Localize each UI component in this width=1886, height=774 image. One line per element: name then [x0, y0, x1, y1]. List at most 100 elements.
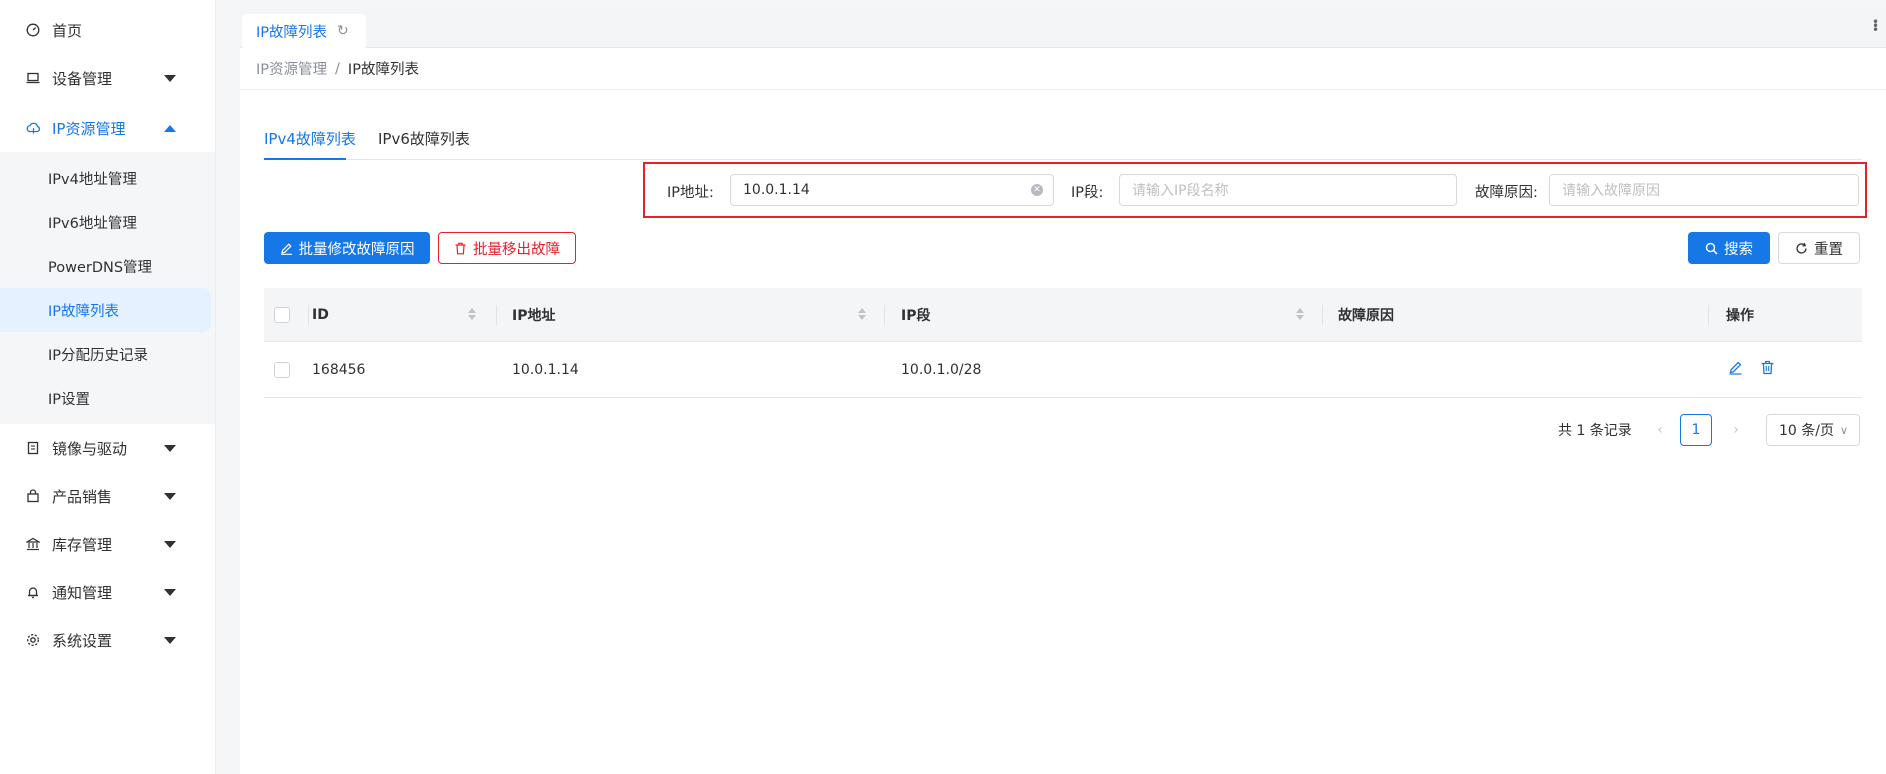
book-icon [24, 439, 42, 457]
caret-up-icon [164, 125, 176, 132]
header-ops: 操作 [1726, 307, 1754, 324]
page-tabbar: IP故障列表 ↻ • • • [240, 8, 1886, 48]
ip-address-input[interactable]: 10.0.1.14 ✕ [730, 174, 1054, 206]
menu-home[interactable]: 首页 [0, 6, 215, 54]
shopping-bag-icon [24, 487, 42, 505]
trash-icon [454, 242, 467, 255]
cell-segment: 10.0.1.0/28 [901, 361, 982, 378]
page-size-select[interactable]: 10 条/页 ∨ [1766, 414, 1860, 446]
sidebar: 首页 设备管理 IP资源管理 IPv4地址管理 IPv6地址管理 PowerDN… [0, 0, 216, 774]
bank-icon [24, 535, 42, 553]
menu-image[interactable]: 镜像与驱动 [0, 424, 215, 472]
caret-down-icon [164, 541, 176, 548]
column-divider [1322, 305, 1323, 325]
sort-icon[interactable] [1296, 308, 1304, 320]
menu-inventory[interactable]: 库存管理 [0, 520, 215, 568]
search-button-label: 搜索 [1724, 241, 1753, 258]
edit-icon [280, 242, 293, 255]
menu-device[interactable]: 设备管理 [0, 54, 215, 102]
menu-ip-resource[interactable]: IP资源管理 [0, 104, 215, 152]
reset-button[interactable]: 重置 [1778, 232, 1860, 264]
edit-icon[interactable] [1728, 360, 1743, 379]
breadcrumb-parent[interactable]: IP资源管理 [256, 58, 327, 79]
breadcrumb-current: IP故障列表 [347, 62, 419, 78]
select-all-checkbox[interactable] [274, 306, 290, 323]
clear-icon[interactable]: ✕ [1031, 184, 1043, 196]
header-segment[interactable]: IP段 [901, 288, 930, 341]
row-select-cell [274, 342, 290, 397]
caret-down-icon [164, 75, 176, 82]
column-divider [308, 305, 309, 325]
reset-button-label: 重置 [1814, 241, 1843, 258]
batch-remove-fault-label: 批量移出故障 [473, 241, 560, 258]
page-number-current[interactable]: 1 [1680, 414, 1712, 446]
fault-table: ID IP地址 IP段 故障原因 操作 168456 10.0.1.14 10.… [264, 288, 1862, 398]
sidebar-item-ipv4[interactable]: IPv4地址管理 [0, 156, 211, 200]
sidebar-item-ip-settings[interactable]: IP设置 [0, 376, 211, 420]
row-delete-action[interactable] [1760, 342, 1775, 397]
active-tab-indicator [264, 158, 346, 160]
dashboard-icon [24, 21, 42, 39]
page-tab-ip-fault[interactable]: IP故障列表 ↻ [242, 14, 366, 48]
header-id[interactable]: ID [312, 288, 329, 341]
refresh-icon[interactable]: ↻ [337, 23, 349, 39]
search-icon [1705, 242, 1718, 255]
sort-icon[interactable] [468, 308, 476, 320]
chevron-down-icon: ∨ [1839, 423, 1849, 437]
table-row: 168456 10.0.1.14 10.0.1.0/28 [264, 342, 1862, 398]
batch-edit-reason-button[interactable]: 批量修改故障原因 [264, 232, 430, 264]
menu-product[interactable]: 产品销售 [0, 472, 215, 520]
tab-ipv4-fault[interactable]: IPv4故障列表 [264, 128, 356, 149]
fault-reason-label: 故障原因: [1475, 185, 1538, 201]
reload-icon [1795, 242, 1808, 255]
menu-notice[interactable]: 通知管理 [0, 568, 215, 616]
breadcrumb: IP资源管理 / IP故障列表 [240, 48, 1886, 90]
sidebar-item-ip-fault[interactable]: IP故障列表 [0, 288, 211, 332]
prev-page-icon[interactable]: ‹ [1648, 414, 1672, 446]
ip-address-label: IP地址: [667, 185, 714, 201]
ip-segment-label: IP段: [1071, 185, 1104, 201]
page-size-value: 10 条/页 [1779, 423, 1834, 439]
cloud-icon [24, 119, 42, 137]
batch-edit-reason-label: 批量修改故障原因 [298, 241, 415, 258]
ip-segment-input[interactable]: 请输入IP段名称 [1119, 174, 1457, 206]
ip-address-value: 10.0.1.14 [743, 182, 810, 198]
caret-down-icon [164, 589, 176, 596]
row-checkbox[interactable] [274, 361, 290, 378]
submenu-ip-resource: IPv4地址管理 IPv6地址管理 PowerDNS管理 IP故障列表 IP分配… [0, 152, 215, 424]
cell-id: 168456 [312, 361, 366, 378]
menu-device-label: 设备管理 [52, 69, 113, 88]
breadcrumb-separator: / [335, 60, 340, 77]
fault-reason-input[interactable]: 请输入故障原因 [1549, 174, 1859, 206]
header-reason: 故障原因 [1338, 307, 1394, 324]
row-edit-action[interactable] [1728, 342, 1743, 397]
page-tab-label: IP故障列表 [256, 24, 328, 41]
fault-reason-placeholder: 请输入故障原因 [1562, 183, 1660, 199]
cell-ip: 10.0.1.14 [512, 361, 579, 378]
menu-system[interactable]: 系统设置 [0, 616, 215, 664]
search-button[interactable]: 搜索 [1688, 232, 1770, 264]
laptop-icon [24, 69, 42, 87]
bell-icon [24, 583, 42, 601]
menu-inventory-label: 库存管理 [52, 535, 113, 554]
ip-segment-placeholder: 请输入IP段名称 [1132, 183, 1229, 199]
header-ip[interactable]: IP地址 [512, 288, 555, 341]
trash-icon[interactable] [1760, 360, 1775, 379]
menu-image-label: 镜像与驱动 [52, 439, 128, 458]
column-divider [496, 305, 497, 325]
sidebar-item-powerdns[interactable]: PowerDNS管理 [0, 244, 211, 288]
more-vertical-icon[interactable]: • • • [1872, 16, 1879, 36]
sort-icon[interactable] [858, 308, 866, 320]
batch-remove-fault-button[interactable]: 批量移出故障 [438, 232, 576, 264]
table-header: ID IP地址 IP段 故障原因 操作 [264, 288, 1862, 342]
fault-list-tabs: IPv4故障列表 IPv6故障列表 [264, 116, 1862, 160]
sidebar-item-ipv6[interactable]: IPv6地址管理 [0, 200, 211, 244]
next-page-icon[interactable]: › [1724, 414, 1748, 446]
caret-down-icon [164, 637, 176, 644]
menu-product-label: 产品销售 [52, 487, 113, 506]
filter-bar-highlight: IP地址: 10.0.1.14 ✕ IP段: 请输入IP段名称 故障原因: 请输… [643, 162, 1867, 218]
select-all-cell [274, 288, 290, 341]
sidebar-item-ip-history[interactable]: IP分配历史记录 [0, 332, 211, 376]
menu-home-label: 首页 [52, 21, 83, 40]
tab-ipv6-fault[interactable]: IPv6故障列表 [378, 128, 470, 149]
